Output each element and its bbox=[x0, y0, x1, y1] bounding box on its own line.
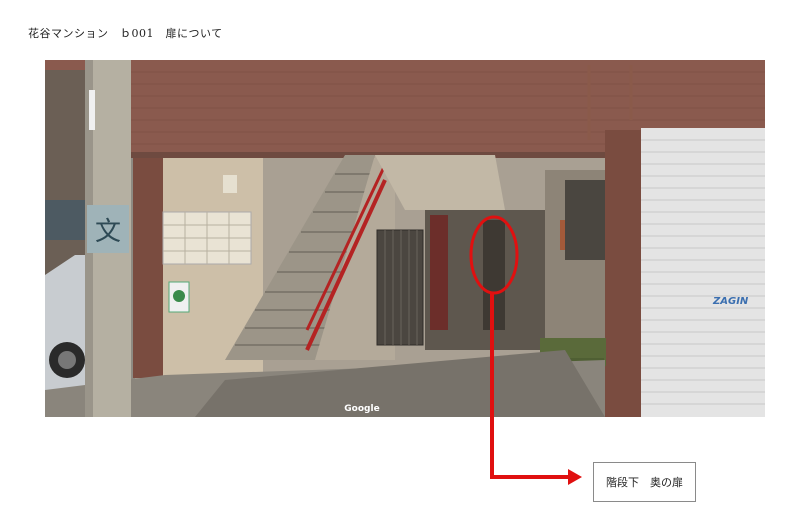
shutter-sign: ZAGIN bbox=[712, 296, 749, 307]
google-watermark: Google bbox=[344, 404, 379, 414]
metal-gate bbox=[376, 229, 424, 346]
back-door-left bbox=[430, 215, 448, 330]
annotation-label-text: 階段下 奥の扉 bbox=[606, 476, 683, 489]
back-door bbox=[483, 220, 505, 330]
annotation-label: 階段下 奥の扉 bbox=[593, 462, 696, 502]
pole-sign: 文 bbox=[95, 217, 121, 247]
street-view-photo: ZAGIN 文 Google bbox=[45, 60, 765, 417]
arrow-head-icon bbox=[568, 469, 582, 485]
document-title: 花谷マンション ｂ001 扉について bbox=[28, 27, 223, 40]
